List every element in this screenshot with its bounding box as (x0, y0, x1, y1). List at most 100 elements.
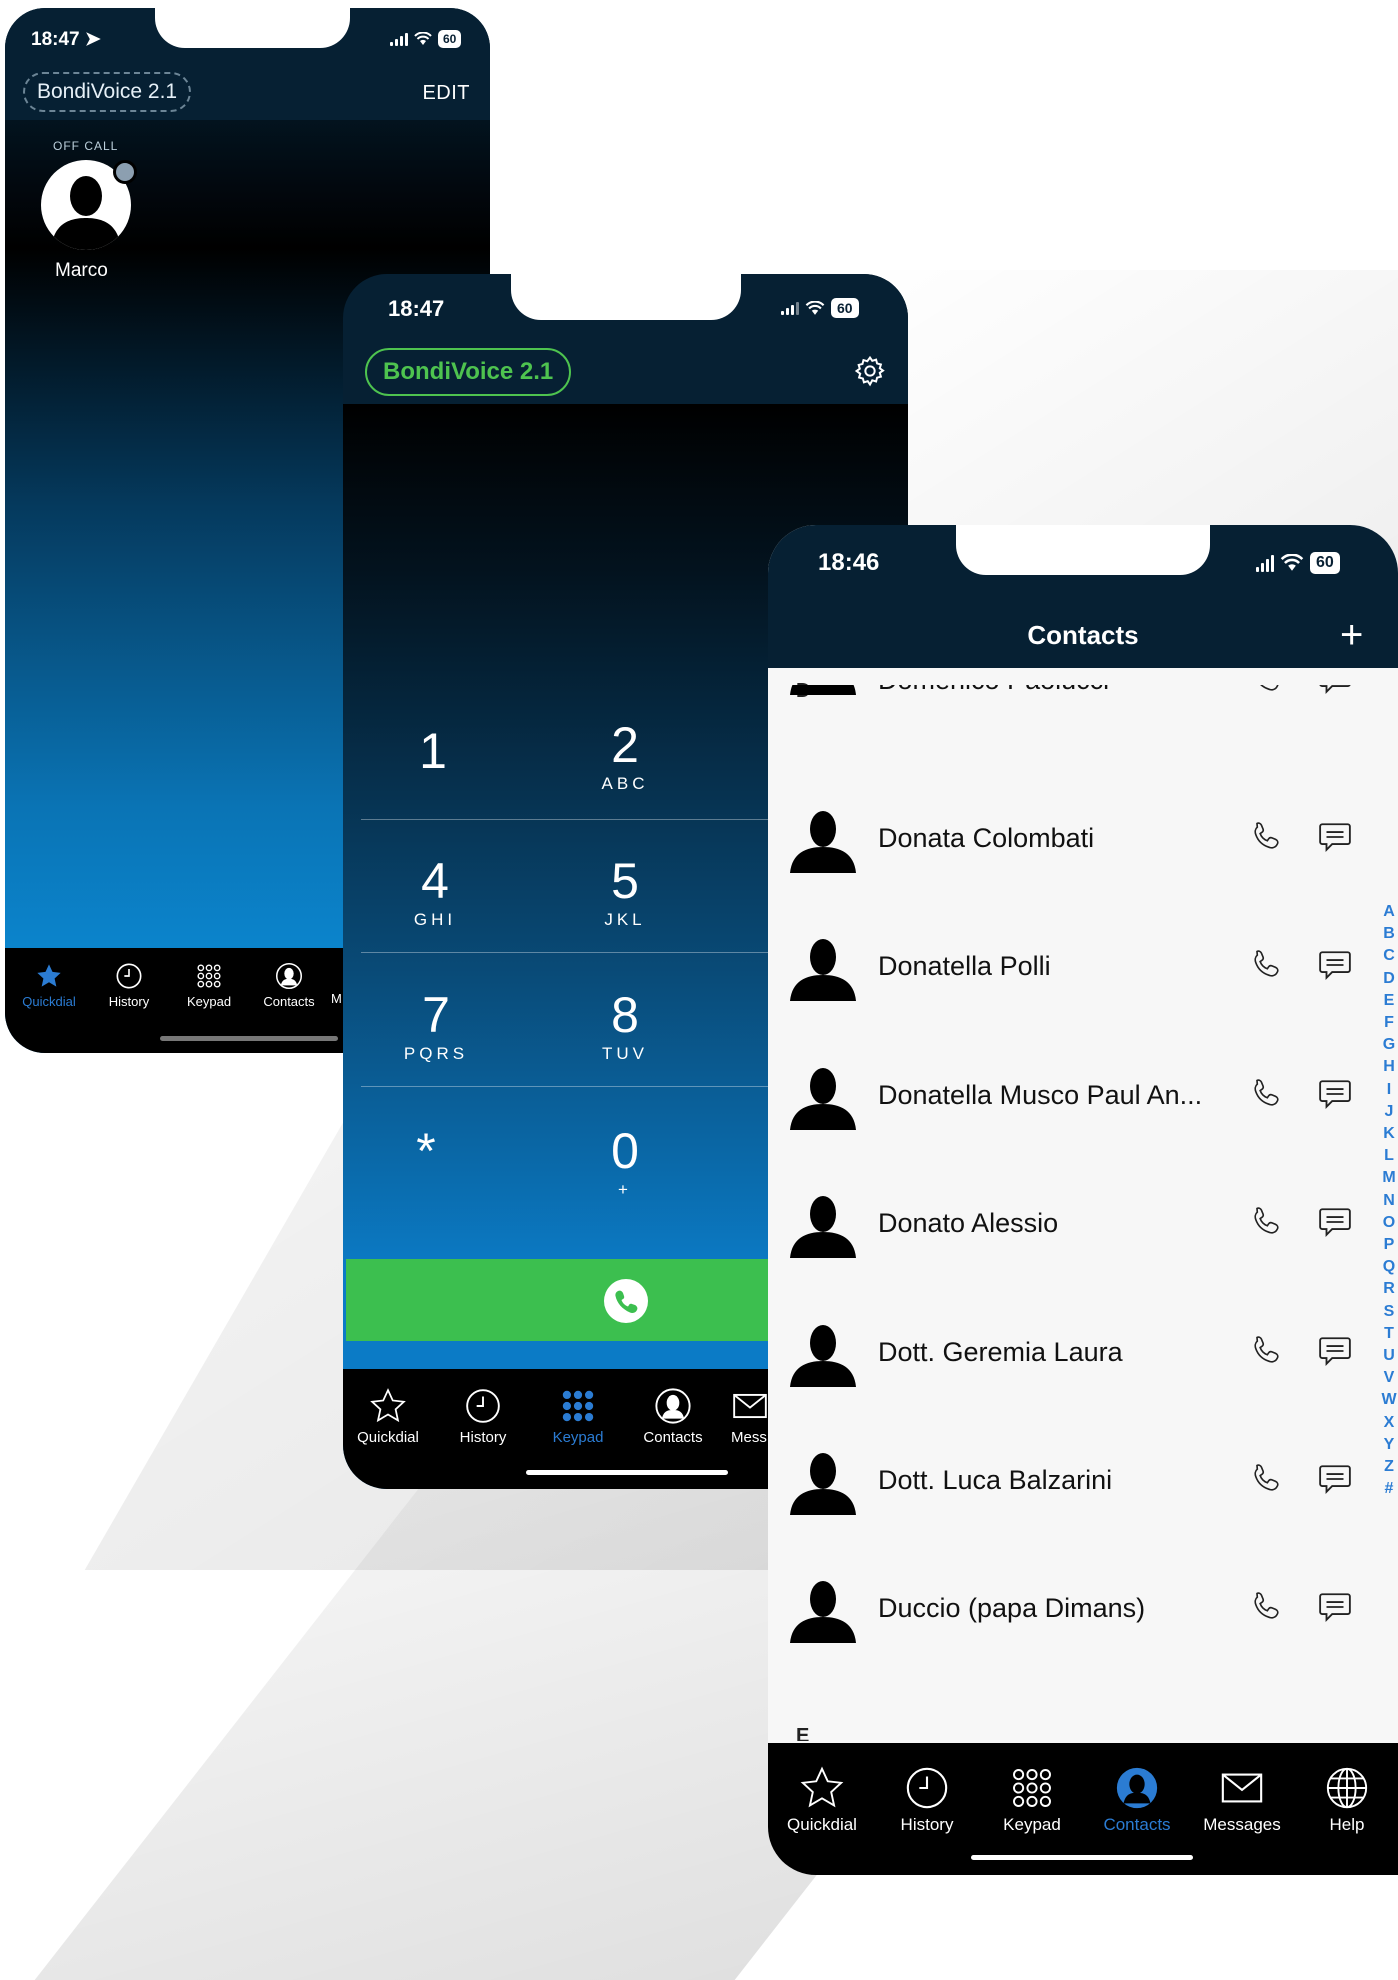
tab-messages[interactable]: Messages (1192, 1765, 1292, 1835)
chat-bubble-icon[interactable] (1318, 1591, 1352, 1623)
tab-contacts[interactable]: Contacts (1087, 1765, 1187, 1835)
phone-icon[interactable] (1248, 947, 1284, 983)
alphabet-letter[interactable]: G (1380, 1034, 1398, 1056)
tab-contacts[interactable]: Contacts (251, 962, 327, 1009)
key-4[interactable]: 4 GHI (343, 856, 530, 930)
alphabet-letter[interactable]: S (1380, 1301, 1398, 1323)
chat-bubble-icon[interactable] (1318, 949, 1352, 981)
person-silhouette-icon (790, 685, 856, 695)
alphabet-letter[interactable]: Z (1380, 1456, 1398, 1478)
chat-bubble-icon[interactable] (1318, 821, 1352, 853)
alphabet-letter[interactable]: P (1380, 1234, 1398, 1256)
signal-icon (1256, 554, 1274, 572)
alphabet-letter[interactable]: K (1380, 1123, 1398, 1145)
alphabet-letter[interactable]: X (1380, 1412, 1398, 1434)
edit-button[interactable]: EDIT (422, 82, 470, 105)
alphabet-index[interactable]: A B C D E F G H I J K L M N O P Q R S T U V W X Y Z # (1380, 901, 1398, 1500)
chat-bubble-icon[interactable] (1318, 1078, 1352, 1110)
phone-icon[interactable] (1248, 819, 1284, 855)
alphabet-letter[interactable]: I (1380, 1079, 1398, 1101)
key-star[interactable]: * (343, 1126, 521, 1180)
star-icon (370, 1388, 406, 1423)
contact-name: Donato Alessio (878, 1208, 1059, 1238)
wifi-icon (805, 300, 825, 315)
key-1[interactable]: 1 (343, 726, 528, 780)
alphabet-letter[interactable]: M (1380, 1167, 1398, 1189)
alphabet-letter[interactable]: N (1380, 1190, 1398, 1212)
alphabet-letter[interactable]: H (1380, 1056, 1398, 1078)
chat-bubble-icon[interactable] (1318, 1463, 1352, 1495)
tab-keypad[interactable]: Keypad (171, 962, 247, 1009)
signal-icon (781, 301, 799, 315)
contact-name: Donatella Polli (878, 951, 1051, 981)
alphabet-letter[interactable]: L (1380, 1145, 1398, 1167)
alphabet-letter[interactable]: E (1380, 990, 1398, 1012)
key-2[interactable]: 2 ABC (530, 720, 720, 794)
alphabet-letter[interactable]: Q (1380, 1256, 1398, 1278)
app-name-pill[interactable]: BondiVoice 2.1 (23, 72, 192, 112)
key-5[interactable]: 5 JKL (530, 856, 720, 930)
tab-quickdial[interactable]: Quickdial (343, 1387, 433, 1446)
phone-icon[interactable] (1248, 685, 1284, 697)
key-0[interactable]: 0 + (530, 1126, 720, 1200)
contact-name: Donata Colombati (878, 823, 1095, 853)
alphabet-letter[interactable]: F (1380, 1012, 1398, 1034)
contact-icon (655, 1388, 691, 1424)
alphabet-letter[interactable]: O (1380, 1212, 1398, 1234)
contact-row[interactable]: Donata Colombati (768, 775, 1368, 903)
alphabet-letter[interactable]: V (1380, 1367, 1398, 1389)
alphabet-letter[interactable]: D (1380, 968, 1398, 990)
add-contact-button[interactable]: + (1340, 615, 1363, 655)
phone-icon[interactable] (1248, 1333, 1284, 1369)
home-indicator (160, 1036, 338, 1041)
key-8[interactable]: 8 TUV (530, 990, 720, 1064)
app-name-pill[interactable]: BondiVoice 2.1 (365, 348, 572, 396)
gear-icon[interactable] (853, 354, 887, 388)
device-notch (155, 8, 350, 48)
phone-icon[interactable] (1248, 1589, 1284, 1625)
tab-quickdial[interactable]: Quickdial (772, 1765, 872, 1835)
contact-row[interactable]: Donatella Musco Paul An... (768, 1032, 1368, 1160)
tab-contacts[interactable]: Contacts (628, 1387, 718, 1446)
alphabet-letter[interactable]: A (1380, 901, 1398, 923)
alphabet-letter[interactable]: U (1380, 1345, 1398, 1367)
alphabet-letter[interactable]: T (1380, 1323, 1398, 1345)
alphabet-letter[interactable]: R (1380, 1278, 1398, 1300)
alphabet-letter[interactable]: # (1380, 1478, 1398, 1500)
alphabet-letter[interactable]: J (1380, 1101, 1398, 1123)
person-silhouette-icon (790, 1068, 856, 1130)
presence-dot (113, 160, 137, 184)
tab-quickdial[interactable]: Quickdial (11, 962, 87, 1009)
contact-icon (275, 962, 303, 990)
tab-help[interactable]: Help (1297, 1765, 1397, 1835)
status-icons: 60 (1256, 552, 1340, 574)
person-silhouette-icon (790, 1581, 856, 1643)
phone-icon[interactable] (1248, 1461, 1284, 1497)
chat-bubble-icon[interactable] (1318, 1335, 1352, 1367)
contact-row[interactable]: Duccio (papa Dimans) (768, 1545, 1368, 1673)
wifi-icon (1280, 554, 1304, 571)
tab-keypad[interactable]: Keypad (533, 1387, 623, 1446)
chat-bubble-icon[interactable] (1318, 1206, 1352, 1238)
phone-icon[interactable] (1248, 1076, 1284, 1112)
tab-history[interactable]: History (91, 962, 167, 1009)
contact-row[interactable]: Donatella Polli (768, 903, 1368, 1031)
tab-history[interactable]: History (877, 1765, 977, 1835)
contact-row[interactable]: Dott. Luca Balzarini (768, 1417, 1368, 1545)
tab-history[interactable]: History (438, 1387, 528, 1446)
chat-bubble-icon[interactable] (1318, 685, 1352, 695)
key-7[interactable]: 7 PQRS (343, 990, 531, 1064)
contact-row[interactable]: Dott. Geremia Laura (768, 1289, 1368, 1417)
alphabet-letter[interactable]: B (1380, 923, 1398, 945)
globe-icon (1326, 1767, 1368, 1809)
alphabet-letter[interactable]: Y (1380, 1434, 1398, 1456)
phone-icon[interactable] (1248, 1204, 1284, 1240)
contact-row[interactable]: Donato Alessio (768, 1160, 1368, 1288)
tab-keypad[interactable]: Keypad (982, 1765, 1082, 1835)
contact-name: Donatella Musco Paul An... (878, 1080, 1203, 1110)
device-notch (511, 274, 741, 320)
device-notch (956, 525, 1210, 575)
contact-row[interactable]: Domenico Paolucci (768, 685, 1368, 725)
alphabet-letter[interactable]: C (1380, 945, 1398, 967)
alphabet-letter[interactable]: W (1380, 1389, 1398, 1411)
